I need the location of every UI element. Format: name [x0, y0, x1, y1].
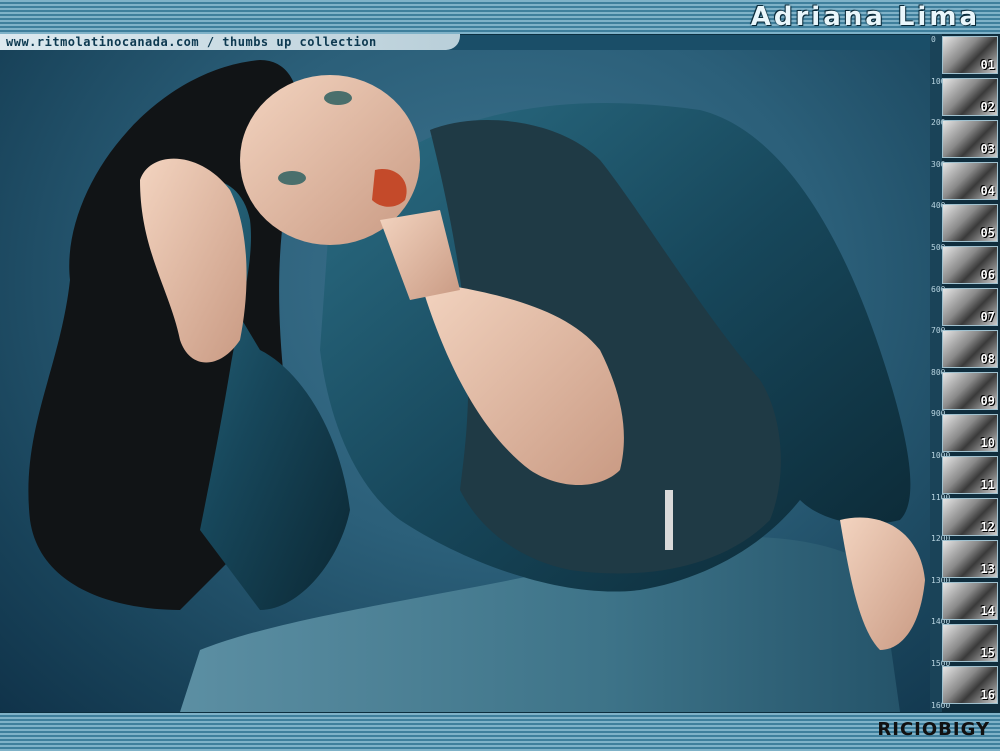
thumbnail-10[interactable]: 10	[942, 414, 998, 452]
ruler-tick: 100	[931, 76, 946, 86]
thumbnail-16[interactable]: 16	[942, 666, 998, 704]
thumbnail-number: 16	[980, 688, 995, 702]
thumbnail-number: 04	[980, 184, 995, 198]
ruler-tick: 1500	[931, 659, 951, 668]
url-strip: www.ritmolatinocanada.com / thumbs up co…	[0, 34, 460, 50]
ruler-tick: 600	[931, 284, 946, 294]
artist-signature: RICIOBIGY	[877, 719, 990, 740]
thumbnail-number: 07	[980, 310, 995, 324]
thumbnail-number: 02	[980, 100, 995, 114]
thumbnail-02[interactable]: 02	[942, 78, 998, 116]
ruler-tick: 700	[931, 326, 946, 336]
thumbnail-number: 14	[980, 604, 995, 618]
ruler-tick: 200	[931, 118, 946, 128]
ruler-tick: 400	[931, 201, 946, 211]
thumbnail-number: 10	[980, 436, 995, 450]
ruler-tick: 1600	[931, 700, 951, 710]
ruler-tick: 900	[931, 409, 946, 419]
thumbnail-07[interactable]: 07	[942, 288, 998, 326]
ruler-tick: 1000	[931, 451, 951, 460]
thumbnail-14[interactable]: 14	[942, 582, 998, 620]
thumbnail-number: 15	[980, 646, 995, 660]
thumbnail-09[interactable]: 09	[942, 372, 998, 410]
thumbnail-number: 06	[980, 268, 995, 282]
thumbnail-number: 08	[980, 352, 995, 366]
site-url-label: www.ritmolatinocanada.com / thumbs up co…	[6, 35, 377, 49]
banner-title: Adriana Lima	[750, 2, 980, 32]
thumbnail-number: 13	[980, 562, 995, 576]
ruler-tick: 1300	[931, 575, 951, 585]
ruler-tick: 800	[931, 367, 946, 377]
top-banner: Adriana Lima	[0, 0, 1000, 35]
thumbnail-11[interactable]: 11	[942, 456, 998, 494]
thumbnail-number: 09	[980, 394, 995, 408]
bottom-banner: RICIOBIGY	[0, 712, 1000, 751]
thumbnail-15[interactable]: 15	[942, 624, 998, 662]
thumbnail-number: 12	[980, 520, 995, 534]
thumbnail-06[interactable]: 06	[942, 246, 998, 284]
thumbnail-08[interactable]: 08	[942, 330, 998, 368]
thumbnail-04[interactable]: 04	[942, 162, 998, 200]
thumbnail-sidebar: 0 100 200 300 400 500 600 700 800 900 1000 1100 1200…	[930, 34, 1000, 712]
thumbnail-13[interactable]: 13	[942, 540, 998, 578]
ruler-tick: 0	[931, 35, 936, 44]
thumbnail-03[interactable]: 03	[942, 120, 998, 158]
ruler-tick: 1100	[931, 492, 951, 502]
thumbnail-12[interactable]: 12	[942, 498, 998, 536]
thumbnail-number: 01	[980, 58, 995, 72]
vertical-ruler: 0 100 200 300 400 500 600 700 800 900 1000 1100 1200…	[930, 34, 951, 712]
ruler-tick: 500	[931, 243, 946, 252]
main-photo	[0, 50, 930, 712]
ruler-tick: 1400	[931, 617, 951, 627]
thumbnail-01[interactable]: 01	[942, 36, 998, 74]
ruler-tick: 1200	[931, 534, 951, 544]
thumbnail-05[interactable]: 05	[942, 204, 998, 242]
thumbnail-number: 05	[980, 226, 995, 240]
thumbnail-number: 03	[980, 142, 995, 156]
ruler-tick: 300	[931, 159, 946, 169]
thumbnail-number: 11	[980, 478, 995, 492]
